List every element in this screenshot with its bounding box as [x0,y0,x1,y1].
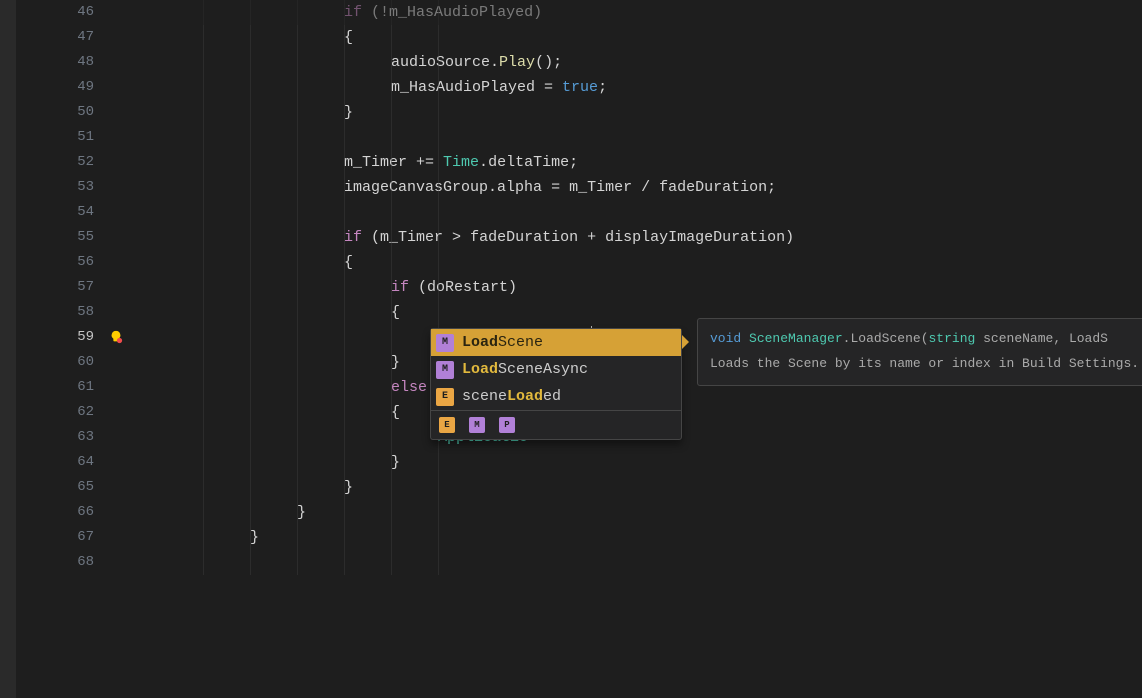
glyph-margin [106,0,126,698]
code-line[interactable] [126,200,1142,225]
editor-left-strip [0,0,16,698]
line-number: 65 [16,475,106,500]
line-number: 61 [16,375,106,400]
suggest-kind-icon: M [436,361,454,379]
suggest-footer[interactable]: EMP [431,410,681,439]
code-line[interactable]: audioSource.Play(); [126,50,1142,75]
suggest-label: LoadScene [462,334,543,351]
code-line[interactable]: m_HasAudioPlayed = true; [126,75,1142,100]
line-number: 59 [16,325,106,350]
line-number: 57 [16,275,106,300]
code-line[interactable]: } [126,525,1142,550]
line-number: 54 [16,200,106,225]
lightbulb-icon[interactable] [108,329,124,345]
line-number: 48 [16,50,106,75]
suggest-list[interactable]: M LoadScene M LoadSceneAsync EsceneLoaded [431,329,681,410]
line-number: 64 [16,450,106,475]
suggest-item[interactable]: M LoadSceneAsync [431,356,681,383]
line-number: 58 [16,300,106,325]
code-line[interactable]: } [126,475,1142,500]
code-line[interactable] [126,550,1142,575]
suggest-label: LoadSceneAsync [462,361,588,378]
line-number: 55 [16,225,106,250]
code-line[interactable]: } [126,100,1142,125]
line-number: 47 [16,25,106,50]
code-line[interactable]: if (m_Timer > fadeDuration + displayImag… [126,225,1142,250]
code-line[interactable]: { [126,250,1142,275]
line-number: 53 [16,175,106,200]
line-number: 66 [16,500,106,525]
suggest-filter-icon[interactable]: E [439,417,455,433]
suggest-item[interactable]: M LoadScene [431,329,681,356]
code-line[interactable] [126,125,1142,150]
line-number-gutter: 4647484950515253545556575859606162636465… [16,0,106,698]
code-line[interactable]: imageCanvasGroup.alpha = m_Timer / fadeD… [126,175,1142,200]
line-number: 52 [16,150,106,175]
code-line[interactable]: if (!m_HasAudioPlayed) [126,0,1142,25]
line-number: 63 [16,425,106,450]
suggest-filter-icon[interactable]: P [499,417,515,433]
line-number: 60 [16,350,106,375]
line-number: 51 [16,125,106,150]
suggest-kind-icon: M [436,334,454,352]
suggest-kind-icon: E [436,388,454,406]
line-number: 46 [16,0,106,25]
code-line[interactable]: } [126,500,1142,525]
suggest-item[interactable]: EsceneLoaded [431,383,681,410]
code-line[interactable]: if (doRestart) [126,275,1142,300]
line-number: 49 [16,75,106,100]
doc-signature: void SceneManager.LoadScene(string scene… [710,329,1142,350]
suggest-label: sceneLoaded [462,388,561,405]
code-line[interactable]: } [126,450,1142,475]
doc-description: Loads the Scene by its name or index in … [710,354,1142,375]
line-number: 62 [16,400,106,425]
line-number: 56 [16,250,106,275]
suggest-arrow [682,335,689,349]
code-line[interactable]: m_Timer += Time.deltaTime; [126,150,1142,175]
code-line[interactable]: { [126,25,1142,50]
intellisense-suggest-widget[interactable]: MLoadSceneMLoadSceneAsyncEsceneLoaded EM… [430,328,682,440]
line-number: 68 [16,550,106,575]
suggest-filter-icon[interactable]: M [469,417,485,433]
line-number: 50 [16,100,106,125]
intellisense-docs-panel: void SceneManager.LoadScene(string scene… [697,318,1142,386]
line-number: 67 [16,525,106,550]
